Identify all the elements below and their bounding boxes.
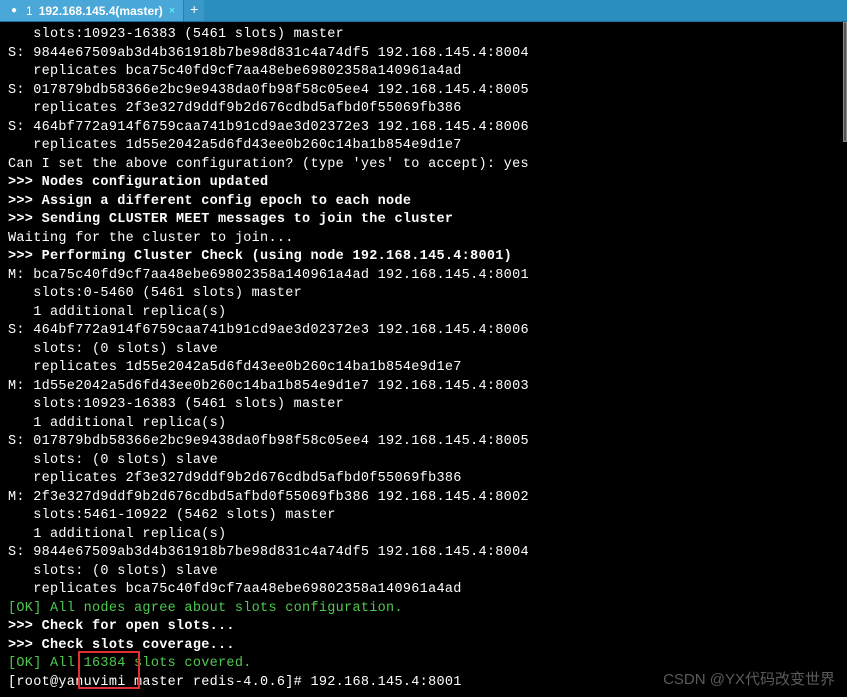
terminal-line: replicates 2f3e327d9ddf9b2d676cdbd5afbd0… [8, 100, 839, 119]
tab-active[interactable]: ● 1 192.168.145.4(master) × [0, 0, 184, 21]
terminal-line: slots: (0 slots) slave [8, 452, 839, 471]
tab-add-button[interactable]: + [184, 0, 204, 21]
tab-bar: ● 1 192.168.145.4(master) × + [0, 0, 847, 22]
terminal-line: M: 2f3e327d9ddf9b2d676cdbd5afbd0f55069fb… [8, 489, 839, 508]
terminal-line: >>> Assign a different config epoch to e… [8, 193, 839, 212]
terminal-line: S: 017879bdb58366e2bc9e9438da0fb98f58c05… [8, 433, 839, 452]
terminal-line: S: 9844e67509ab3d4b361918b7be98d831c4a74… [8, 45, 839, 64]
terminal-line: S: 464bf772a914f6759caa741b91cd9ae3d0237… [8, 322, 839, 341]
terminal-line: 1 additional replica(s) [8, 304, 839, 323]
terminal-line: replicates 1d55e2042a5d6fd43ee0b260c14ba… [8, 137, 839, 156]
terminal-line: slots:5461-10922 (5462 slots) master [8, 507, 839, 526]
terminal-line: slots:10923-16383 (5461 slots) master [8, 396, 839, 415]
terminal-line: [OK] All 16384 slots covered. [8, 655, 839, 674]
terminal-line: Can I set the above configuration? (type… [8, 156, 839, 175]
terminal-line: M: bca75c40fd9cf7aa48ebe69802358a140961a… [8, 267, 839, 286]
terminal-line: replicates bca75c40fd9cf7aa48ebe69802358… [8, 581, 839, 600]
terminal-line: Waiting for the cluster to join... [8, 230, 839, 249]
terminal-line: >>> Performing Cluster Check (using node… [8, 248, 839, 267]
terminal-line: replicates bca75c40fd9cf7aa48ebe69802358… [8, 63, 839, 82]
terminal-line: >>> Sending CLUSTER MEET messages to joi… [8, 211, 839, 230]
terminal-line: >>> Check for open slots... [8, 618, 839, 637]
tab-label: 192.168.145.4(master) [39, 4, 163, 18]
terminal-line: replicates 2f3e327d9ddf9b2d676cdbd5afbd0… [8, 470, 839, 489]
terminal-line: S: 9844e67509ab3d4b361918b7be98d831c4a74… [8, 544, 839, 563]
terminal-line: slots:0-5460 (5461 slots) master [8, 285, 839, 304]
terminal-line: slots: (0 slots) slave [8, 341, 839, 360]
terminal-line: >>> Nodes configuration updated [8, 174, 839, 193]
terminal-line: 1 additional replica(s) [8, 526, 839, 545]
terminal-line: [root@yanuvimi master redis-4.0.6]# 192.… [8, 674, 839, 693]
terminal-line: slots: (0 slots) slave [8, 563, 839, 582]
terminal-output: slots:10923-16383 (5461 slots) masterS: … [0, 22, 847, 696]
tab-close-icon[interactable]: × [169, 5, 175, 17]
tab-num: 1 [26, 4, 33, 18]
terminal-line: 1 additional replica(s) [8, 415, 839, 434]
terminal-line: [OK] All nodes agree about slots configu… [8, 600, 839, 619]
terminal-line: S: 017879bdb58366e2bc9e9438da0fb98f58c05… [8, 82, 839, 101]
terminal-line: S: 464bf772a914f6759caa741b91cd9ae3d0237… [8, 119, 839, 138]
terminal-line: replicates 1d55e2042a5d6fd43ee0b260c14ba… [8, 359, 839, 378]
terminal-line: >>> Check slots coverage... [8, 637, 839, 656]
tab-status-icon: ● [8, 5, 20, 17]
scrollbar-thumb[interactable] [843, 22, 847, 142]
terminal-line: M: 1d55e2042a5d6fd43ee0b260c14ba1b854e9d… [8, 378, 839, 397]
terminal-line: slots:10923-16383 (5461 slots) master [8, 26, 839, 45]
